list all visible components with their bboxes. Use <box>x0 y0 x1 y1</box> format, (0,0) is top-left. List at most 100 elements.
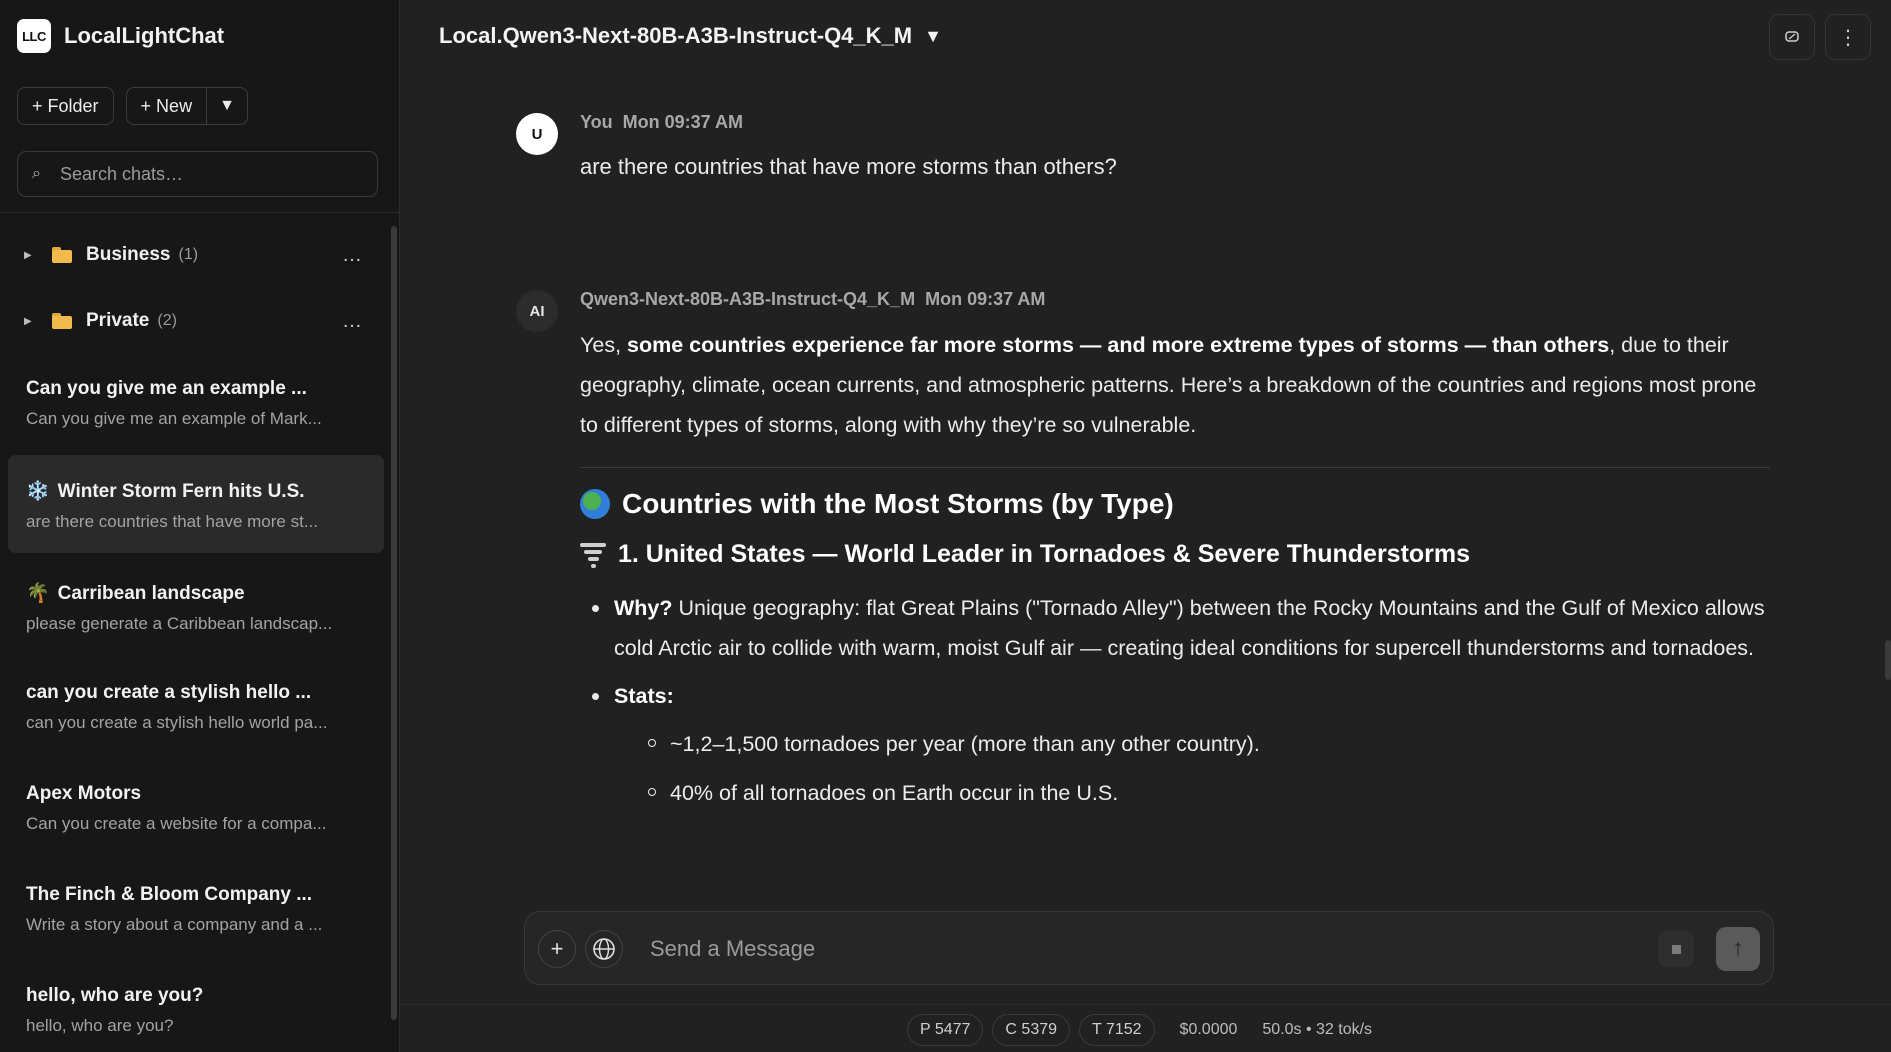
chat-title: Carribean landscape <box>57 583 245 604</box>
chat-preview: can you create a stylish hello world pa.… <box>26 713 328 732</box>
user-timestamp: Mon 09:37 AM <box>622 112 744 132</box>
plus-icon: + <box>550 936 564 961</box>
chat-preview: hello, who are you? <box>26 1016 174 1035</box>
more-vertical-icon: ⋮ <box>1838 26 1858 49</box>
footer-divider <box>400 1004 1891 1005</box>
answer-heading: Countries with the Most Storms (by Type) <box>580 484 1770 524</box>
web-search-button[interactable] <box>585 930 623 968</box>
chat-item[interactable]: can you create a stylish hello ... can y… <box>8 658 384 759</box>
ai-avatar: AI <box>516 290 558 332</box>
message-input[interactable] <box>650 930 1650 968</box>
bullet-stats: Stats: ~1,2–1,500 tornadoes per year (mo… <box>592 676 1770 813</box>
folder-name: Private <box>86 310 150 331</box>
new-chat-menu-button[interactable]: ▼ <box>206 88 247 124</box>
chat-item[interactable]: The Finch & Bloom Company ... Write a st… <box>8 860 384 961</box>
search-box: ⌕ <box>17 151 378 197</box>
chat-item-active[interactable]: ❄️ Winter Storm Fern hits U.S. are there … <box>8 455 384 553</box>
user-message: are there countries that have more storm… <box>580 154 1117 179</box>
folder-private[interactable]: ▶ Private (2) … <box>8 288 384 354</box>
model-name: Local.Qwen3-Next-80B-A3B-Instruct-Q4_K_M <box>439 23 913 48</box>
intro-text: Yes, <box>580 333 628 357</box>
folder-menu-icon[interactable]: … <box>342 310 364 333</box>
globe-icon <box>593 938 615 960</box>
bullet-why: Why? Unique geography: flat Great Plains… <box>592 588 1770 668</box>
new-folder-button[interactable]: + Folder <box>17 87 114 125</box>
chat-item[interactable]: hello, who are you? hello, who are you? <box>8 961 384 1052</box>
why-label: Why? <box>614 596 673 620</box>
new-chat-button[interactable]: + New <box>127 88 207 124</box>
sidebar-scrollbar[interactable] <box>391 226 397 1020</box>
ai-model-name: Qwen3-Next-80B-A3B-Instruct-Q4_K_M <box>580 289 916 309</box>
prompt-tokens-badge: P 5477 <box>907 1014 984 1046</box>
folder-icon <box>52 247 74 263</box>
stats-list: ~1,2–1,500 tornadoes per year (more than… <box>614 724 1770 813</box>
ai-message-meta: Qwen3-Next-80B-A3B-Instruct-Q4_K_M Mon 09… <box>580 289 1055 310</box>
palm-tree-icon: 🌴 <box>26 583 50 604</box>
app-logo: LLC <box>17 19 51 53</box>
more-menu-button[interactable]: ⋮ <box>1825 14 1871 60</box>
total-tokens-badge: T 7152 <box>1079 1014 1155 1046</box>
chat-preview: are there countries that have more st... <box>26 512 318 531</box>
chat-main: Local.Qwen3-Next-80B-A3B-Instruct-Q4_K_M… <box>400 0 1891 1052</box>
chat-title: Can you give me an example ... <box>26 378 307 399</box>
message-composer: + ↑ <box>524 911 1774 985</box>
stat-item: 40% of all tornadoes on Earth occur in t… <box>648 773 1770 813</box>
chat-title: hello, who are you? <box>26 985 204 1006</box>
cost-text: $0.0000 <box>1179 1021 1238 1038</box>
chat-item[interactable]: 🌴 Carribean landscape please generate a C… <box>8 557 384 658</box>
user-message-meta: You Mon 09:37 AM <box>580 112 753 133</box>
tornado-icon <box>580 540 606 568</box>
app-name: LocalLightChat <box>64 23 225 48</box>
send-button[interactable]: ↑ <box>1716 927 1760 971</box>
ai-timestamp: Mon 09:37 AM <box>925 289 1046 309</box>
chevron-down-icon: ▼ <box>924 25 942 46</box>
chat-list: ▶ Business (1) … ▶ Private (2) … Can you… <box>8 222 384 1052</box>
caret-right-icon[interactable]: ▶ <box>24 250 44 261</box>
heading-text: Countries with the Most Storms (by Type) <box>622 488 1174 519</box>
caret-right-icon[interactable]: ▶ <box>24 316 44 327</box>
sidebar-actions: + Folder + New ▼ <box>17 87 248 125</box>
chat-title: Apex Motors <box>26 783 142 804</box>
intro-bold: some countries experience far more storm… <box>627 333 1610 357</box>
chat-preview: Write a story about a company and a ... <box>26 915 323 934</box>
sidebar: LLC LocalLightChat + Folder + New ▼ ⌕ ▶ … <box>0 0 400 1052</box>
new-chat-split-button: + New ▼ <box>125 87 248 125</box>
chat-preview: please generate a Caribbean landscap... <box>26 614 333 633</box>
user-name: You <box>580 112 613 132</box>
chat-title: Winter Storm Fern hits U.S. <box>57 481 305 502</box>
stop-icon <box>1671 944 1681 954</box>
arrow-up-icon: ↑ <box>1732 935 1744 962</box>
model-selector[interactable]: Local.Qwen3-Next-80B-A3B-Instruct-Q4_K_M… <box>439 23 942 49</box>
folder-menu-icon[interactable]: … <box>342 244 364 267</box>
snowflake-icon: ❄️ <box>26 481 50 502</box>
chat-title-row: 🌴 Carribean landscape <box>26 581 384 605</box>
attach-button[interactable]: + <box>538 930 576 968</box>
folder-count: (1) <box>178 246 199 263</box>
stat-item: ~1,2–1,500 tornadoes per year (more than… <box>648 724 1770 764</box>
chat-preview: Can you create a website for a compa... <box>26 814 327 833</box>
chat-title-row: ❄️ Winter Storm Fern hits U.S. <box>26 479 384 503</box>
bullet-list: Why? Unique geography: flat Great Plains… <box>580 588 1770 813</box>
ai-message: Yes, some countries experience far more … <box>580 325 1770 822</box>
completion-tokens-badge: C 5379 <box>992 1014 1071 1046</box>
brand: LLC LocalLightChat <box>17 19 224 53</box>
stop-button[interactable] <box>1658 931 1694 967</box>
search-input[interactable] <box>60 163 360 185</box>
user-avatar: U <box>516 113 558 155</box>
chat-bubble-icon <box>1785 31 1799 42</box>
folder-name: Business <box>86 244 171 265</box>
horizontal-rule <box>580 467 1770 468</box>
chat-preview: Can you give me an example of Mark... <box>26 409 322 428</box>
main-scrollbar[interactable] <box>1885 640 1891 680</box>
token-stats-bar: P 5477 C 5379 T 7152 $0.0000 50.0s • 32 … <box>907 1014 1372 1046</box>
chat-item[interactable]: Can you give me an example ... Can you g… <box>8 354 384 455</box>
chat-title: can you create a stylish hello ... <box>26 682 312 703</box>
chat-item[interactable]: Apex Motors Can you create a website for… <box>8 759 384 860</box>
temporary-chat-button[interactable] <box>1769 14 1815 60</box>
stats-label: Stats: <box>614 684 674 708</box>
globe-icon <box>580 489 610 519</box>
answer-intro: Yes, some countries experience far more … <box>580 325 1770 445</box>
answer-subheading: 1. United States — World Leader in Torna… <box>580 534 1770 574</box>
subheading-text: 1. United States — World Leader in Torna… <box>618 540 1471 568</box>
folder-business[interactable]: ▶ Business (1) … <box>8 222 384 288</box>
